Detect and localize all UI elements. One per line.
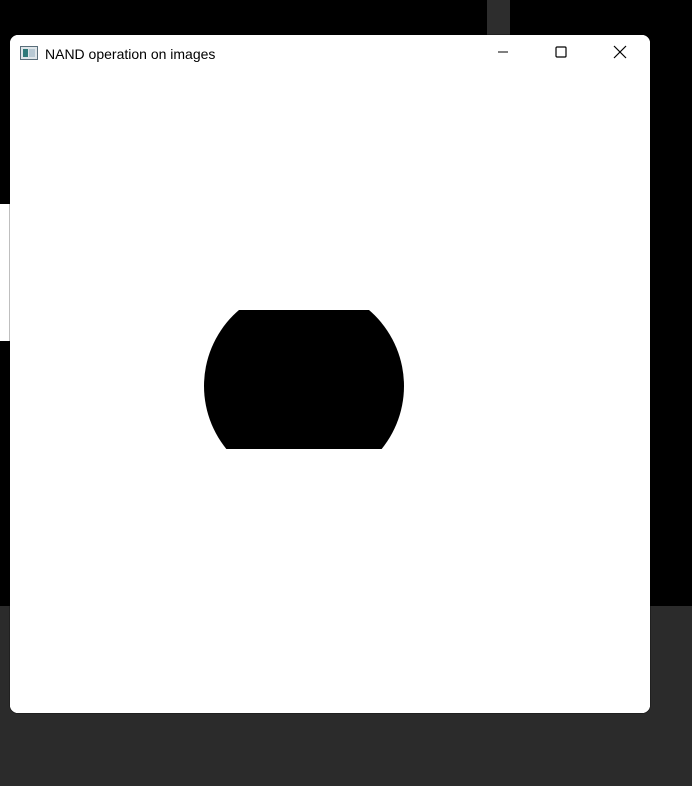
maximize-icon — [555, 45, 567, 63]
close-button[interactable] — [597, 35, 643, 73]
image-viewer-icon — [20, 46, 38, 60]
background-area-right — [650, 620, 692, 786]
title-bar[interactable]: NAND operation on images — [10, 35, 650, 73]
minimize-icon — [497, 45, 509, 63]
close-icon — [613, 45, 627, 64]
nand-result-image — [10, 73, 650, 713]
maximize-button[interactable] — [538, 35, 584, 73]
image-canvas — [10, 73, 650, 713]
desktop: NAND operation on images — [0, 0, 692, 786]
app-window: NAND operation on images — [10, 35, 650, 713]
window-title: NAND operation on images — [45, 46, 216, 62]
background-window-edge — [487, 0, 510, 40]
minimize-button[interactable] — [480, 35, 526, 73]
